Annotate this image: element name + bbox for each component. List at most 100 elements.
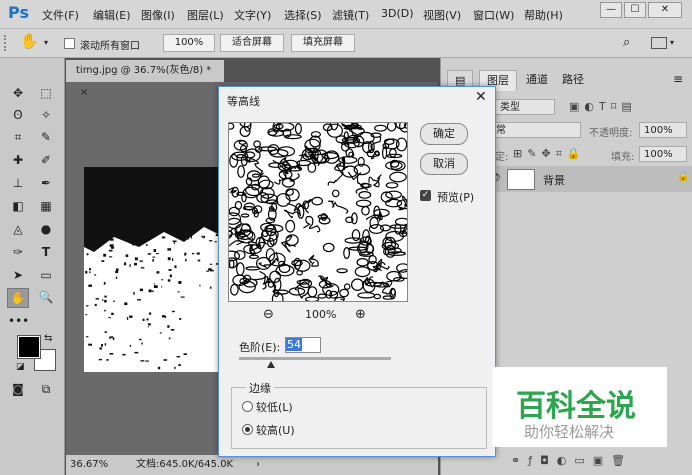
menu-view[interactable]: 视图(V) xyxy=(423,7,461,23)
menu-select[interactable]: 选择(S) xyxy=(284,7,322,23)
hand-tool-icon[interactable]: ✋ xyxy=(7,288,29,308)
layer-name: 背景 xyxy=(543,174,565,187)
dialog-title: 等高线 xyxy=(227,95,260,108)
preview-zoom-value: 100% xyxy=(305,308,337,321)
lower-radio[interactable] xyxy=(242,401,253,412)
watermark: 百科全说 助你轻松解决 xyxy=(492,367,667,447)
opacity-label: 不透明度: xyxy=(589,128,633,139)
workspace-icon[interactable] xyxy=(651,37,667,49)
menu-layer[interactable]: 图层(L) xyxy=(187,7,224,23)
healing-brush-icon[interactable]: ✚ xyxy=(8,151,28,169)
shape-tool-icon[interactable]: ▭ xyxy=(36,266,56,284)
maximize-button[interactable]: ☐ xyxy=(624,2,646,18)
blur-tool-icon[interactable]: ◬ xyxy=(8,220,28,238)
opacity-input[interactable]: 100% xyxy=(639,122,687,138)
dodge-tool-icon[interactable]: ● xyxy=(36,220,56,238)
gradient-tool-icon[interactable]: ▦ xyxy=(36,197,56,215)
swap-colors-icon[interactable]: ⇆ xyxy=(44,333,52,344)
more-tools-icon[interactable]: ••• xyxy=(8,312,29,330)
menu-window[interactable]: 窗口(W) xyxy=(473,7,514,23)
status-zoom[interactable]: 36.67% xyxy=(70,455,108,475)
menu-help[interactable]: 帮助(H) xyxy=(524,7,563,23)
menu-bar: Ps 文件(F) 编辑(E) 图像(I) 图层(L) 文字(Y) 选择(S) 滤… xyxy=(0,0,692,29)
preview-label: 预览(P) xyxy=(437,191,475,204)
tab-channels[interactable]: 通道 xyxy=(519,70,555,90)
blend-mode-select[interactable]: 正常 xyxy=(481,122,581,138)
options-bar: ✋ ▾ 滚动所有窗口 100% 适合屏幕 填充屏幕 ⌕ ▾ xyxy=(0,29,692,58)
crop-tool-icon[interactable]: ⌗ xyxy=(8,128,28,146)
filter-icons[interactable]: ▣◐T⌑▤ xyxy=(569,100,637,113)
ok-button[interactable]: 确定 xyxy=(420,123,468,145)
zoom-out-icon[interactable]: ⊖ xyxy=(263,307,274,322)
close-window-button[interactable]: ✕ xyxy=(648,2,682,18)
menu-edit[interactable]: 编辑(E) xyxy=(93,7,131,23)
marquee-tool-icon[interactable]: ⬚ xyxy=(36,84,56,102)
hand-tool-icon[interactable]: ✋ xyxy=(20,32,39,50)
cancel-button[interactable]: 取消 xyxy=(420,153,468,175)
path-select-icon[interactable]: ➤ xyxy=(8,266,28,284)
fill-input[interactable]: 100% xyxy=(639,146,687,162)
minimize-button[interactable]: — xyxy=(600,2,622,18)
quick-mask-icon[interactable]: ◙ xyxy=(8,380,28,398)
edge-label: 边缘 xyxy=(246,380,274,396)
move-tool-icon[interactable]: ✥ xyxy=(8,84,28,102)
tab-paths[interactable]: 路径 xyxy=(555,70,591,90)
level-slider-track[interactable] xyxy=(239,357,391,360)
menu-file[interactable]: 文件(F) xyxy=(42,7,79,23)
document-tab[interactable]: timg.jpg @ 36.7%(灰色/8) * × xyxy=(66,60,224,98)
default-colors-icon[interactable]: ◪ xyxy=(16,362,25,372)
scroll-all-label: 滚动所有窗口 xyxy=(80,41,140,52)
workspace-chevron-icon[interactable]: ▾ xyxy=(670,38,674,47)
upper-radio[interactable] xyxy=(242,424,253,435)
document-image-art xyxy=(84,167,226,370)
status-bar: 36.67% 文档:645.0K/645.0K › xyxy=(66,455,438,475)
history-brush-icon[interactable]: ✒ xyxy=(36,174,56,192)
foreground-color-swatch[interactable] xyxy=(17,335,41,359)
status-chevron-icon[interactable]: › xyxy=(256,455,260,475)
lasso-tool-icon[interactable]: ʘ xyxy=(8,106,28,124)
zoom-100-button[interactable]: 100% xyxy=(163,34,215,52)
level-value: 54 xyxy=(286,338,302,351)
panel-menu-icon[interactable]: ≡ xyxy=(673,72,683,86)
fit-screen-button[interactable]: 适合屏幕 xyxy=(220,34,284,52)
fill-label: 填充: xyxy=(611,152,635,163)
contour-dialog: 等高线 ✕ 确定 取消 ✓ 预览(P) ⊖ 100% ⊕ 色阶(E): 54 边… xyxy=(218,86,496,457)
watermark-subtitle: 助你轻松解决 xyxy=(524,423,615,441)
type-tool-icon[interactable]: T xyxy=(36,243,56,261)
screen-mode-icon[interactable]: ⧉ xyxy=(36,380,56,398)
menu-filter[interactable]: 滤镜(T) xyxy=(332,7,369,23)
magic-wand-icon[interactable]: ✧ xyxy=(36,106,56,124)
zoom-in-icon[interactable]: ⊕ xyxy=(355,307,366,322)
preview-checkbox[interactable]: ✓ xyxy=(420,190,431,201)
panel-footer-icons[interactable]: ⚭ƒ◘◐▭▣🗑 xyxy=(511,454,633,467)
layer-thumbnail xyxy=(507,169,535,190)
menu-image[interactable]: 图像(I) xyxy=(141,7,175,23)
eraser-tool-icon[interactable]: ◧ xyxy=(8,197,28,215)
document-tab-close[interactable]: × xyxy=(80,87,88,98)
fill-screen-button[interactable]: 填充屏幕 xyxy=(291,34,355,52)
document-image[interactable] xyxy=(84,167,226,372)
brush-tool-icon[interactable]: ✐ xyxy=(36,151,56,169)
level-slider-thumb[interactable] xyxy=(267,361,276,368)
zoom-tool-icon[interactable]: 🔍 xyxy=(36,288,56,306)
lock-icons[interactable]: ⊞✎✥⌗🔒 xyxy=(513,147,586,161)
lower-label: 较低(L) xyxy=(256,401,293,414)
pen-tool-icon[interactable]: ✑ xyxy=(8,243,28,261)
chevron-down-icon[interactable]: ▾ xyxy=(44,38,48,47)
dialog-close-button[interactable]: ✕ xyxy=(475,89,487,105)
level-input[interactable]: 54 xyxy=(285,337,321,353)
photoshop-logo: Ps xyxy=(8,3,29,22)
edge-group: 边缘 较低(L) 较高(U) xyxy=(231,380,487,449)
stamp-tool-icon[interactable]: ⊥ xyxy=(8,174,28,192)
layer-lock-icon: 🔒 xyxy=(677,171,690,182)
eyedropper-icon[interactable]: ✎ xyxy=(36,128,56,146)
menu-3d[interactable]: 3D(D) xyxy=(381,7,414,20)
filter-preview[interactable] xyxy=(228,122,408,302)
menu-type[interactable]: 文字(Y) xyxy=(234,7,271,23)
search-icon[interactable]: ⌕ xyxy=(623,35,630,50)
document-tab-title: timg.jpg @ 36.7%(灰色/8) * xyxy=(76,65,212,76)
layer-row-background[interactable]: 👁 背景 🔒 xyxy=(481,166,692,192)
watermark-title: 百科全说 xyxy=(516,389,636,424)
upper-label: 较高(U) xyxy=(256,424,295,437)
scroll-all-checkbox[interactable] xyxy=(64,38,75,49)
